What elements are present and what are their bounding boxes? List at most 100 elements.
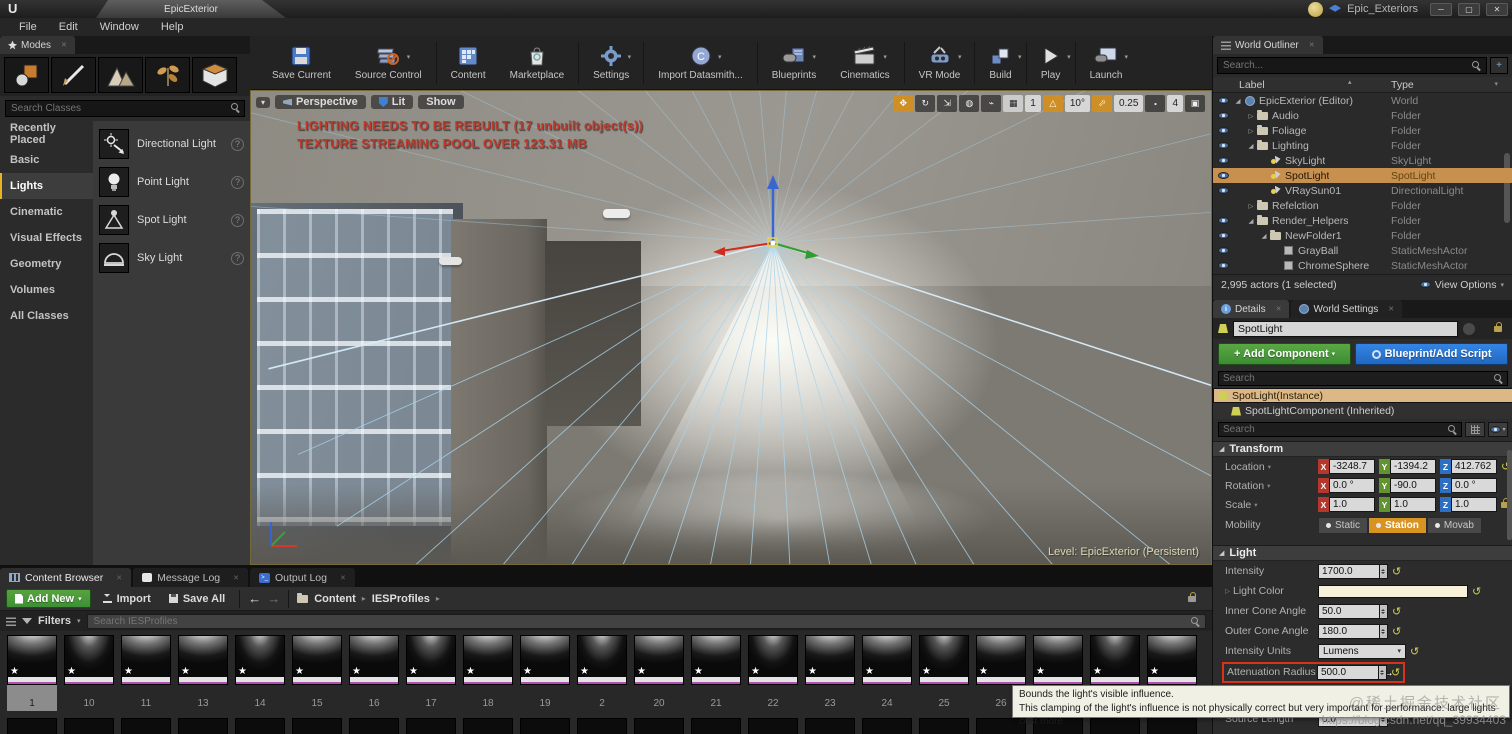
ies-asset[interactable]: ★ 23 <box>805 635 855 711</box>
ies-asset[interactable]: ★ 20 <box>634 635 684 711</box>
ies-asset-partial[interactable] <box>520 718 570 734</box>
category-geometry[interactable]: Geometry <box>0 251 93 277</box>
viewport-3d[interactable]: ▾ Perspective Lit Show ✥ ↻ ⇲ ◍ ⌁ ▦ 1 △ 1… <box>250 90 1212 565</box>
intensity-units-select[interactable]: Lumens ▾ <box>1318 643 1406 659</box>
outliner-row-vraysun01[interactable]: VRaySun01 DirectionalLight <box>1213 183 1512 198</box>
property-matrix-button[interactable] <box>1465 422 1485 437</box>
angle-snap-button[interactable]: △ <box>1042 95 1063 112</box>
perspective-button[interactable]: Perspective <box>275 95 366 109</box>
outliner-row-foliage[interactable]: ▷ Foliage Folder <box>1213 123 1512 138</box>
outliner-row-chromesphere[interactable]: ChromeSphere StaticMeshActor <box>1213 258 1512 273</box>
ies-thumbnail-image[interactable]: ★ <box>406 635 456 685</box>
translate-tool-button[interactable]: ✥ <box>893 95 914 112</box>
ies-asset[interactable]: ★ 16 <box>349 635 399 711</box>
rotation-x-field[interactable]: 0.0 ° <box>1329 478 1375 493</box>
outliner-row-audio[interactable]: ▷ Audio Folder <box>1213 108 1512 123</box>
ies-asset-partial[interactable] <box>919 718 969 734</box>
ies-thumbnail-image[interactable]: ★ <box>577 635 627 685</box>
ies-thumbnail-image[interactable]: ★ <box>292 635 342 685</box>
ies-asset-partial[interactable] <box>292 718 342 734</box>
ies-thumbnail-image[interactable]: ★ <box>805 635 855 685</box>
ies-asset-partial[interactable] <box>349 718 399 734</box>
ies-asset-partial[interactable] <box>748 718 798 734</box>
maximize-viewport-button[interactable]: ▣ <box>1185 95 1205 112</box>
toolbar-source-control[interactable]: ▾ Source Control <box>343 42 434 83</box>
chevron-down-icon[interactable]: ▾ <box>407 53 411 61</box>
placeable-point-light[interactable]: Point Light? <box>93 163 250 201</box>
close-icon[interactable]: ✕ <box>233 574 239 582</box>
menu-edit[interactable]: Edit <box>48 21 89 33</box>
ies-asset[interactable]: ★ 14 <box>235 635 285 711</box>
ies-asset[interactable]: ★ 22 <box>748 635 798 711</box>
category-visual-effects[interactable]: Visual Effects <box>0 225 93 251</box>
category-recently-placed[interactable]: Recently Placed <box>0 121 93 147</box>
close-button[interactable]: ✕ <box>1486 2 1508 16</box>
grid-snap-value[interactable]: 1 <box>1025 95 1041 112</box>
tab-message-log[interactable]: Message Log ✕ <box>133 568 248 587</box>
ies-thumbnail-image[interactable]: ★ <box>520 635 570 685</box>
ies-asset-partial[interactable] <box>235 718 285 734</box>
attenuation-radius-field[interactable]: 500.0 ↔ <box>1317 664 1394 680</box>
section-transform[interactable]: ◢ Transform <box>1213 441 1512 457</box>
visibility-toggle[interactable] <box>1213 112 1233 119</box>
spinner-icon[interactable] <box>1380 603 1388 619</box>
grid-snap-button[interactable]: ▦ <box>1003 95 1024 112</box>
ies-thumbnail-image[interactable]: ★ <box>178 635 228 685</box>
tab-details[interactable]: i Details ✕ <box>1213 300 1290 318</box>
outer-cone-field[interactable]: 180.0 <box>1318 623 1380 639</box>
add-component-button[interactable]: + Add Component ▾ <box>1218 343 1352 365</box>
mobility-movable-button[interactable]: Movab <box>1426 516 1482 534</box>
chevron-down-icon[interactable]: ▾ <box>883 53 887 61</box>
ies-thumbnail-image[interactable]: ★ <box>121 635 171 685</box>
toolbar-settings[interactable]: ▾ Settings <box>581 42 641 83</box>
ies-asset[interactable]: ★ 2 <box>577 635 627 711</box>
chevron-down-icon[interactable]: ▾ <box>1067 53 1071 61</box>
account-avatar[interactable] <box>1308 1 1324 17</box>
scale-y-field[interactable]: 1.0 <box>1390 497 1436 512</box>
surface-snap-button[interactable]: ⌁ <box>981 95 1002 112</box>
expand-open-icon[interactable]: ◢ <box>1259 232 1269 240</box>
chevron-down-icon[interactable]: ▾ <box>958 53 962 61</box>
menu-help[interactable]: Help <box>150 21 195 33</box>
help-icon[interactable]: ? <box>231 137 244 151</box>
ies-asset-partial[interactable] <box>577 718 627 734</box>
restore-button[interactable]: ▢ <box>1458 2 1480 16</box>
ies-asset[interactable]: ★ 1 <box>7 635 57 711</box>
close-icon[interactable]: ✕ <box>340 574 346 582</box>
add-new-button[interactable]: Add New ▾ <box>6 589 91 608</box>
ies-asset-partial[interactable] <box>862 718 912 734</box>
blueprint-add-script-button[interactable]: Blueprint/Add Script <box>1355 343 1508 365</box>
inner-cone-field[interactable]: 50.0 <box>1318 603 1380 619</box>
section-light[interactable]: ◢ Light <box>1213 545 1512 561</box>
ies-asset[interactable]: ★ 19 <box>520 635 570 711</box>
spinner-icon[interactable] <box>1379 664 1387 680</box>
level-document-tab[interactable]: EpicExterior <box>96 0 286 18</box>
camera-speed-value[interactable]: 4 <box>1167 95 1183 112</box>
toolbar-import-datasmith[interactable]: C ▾ Import Datasmith... <box>646 42 754 83</box>
expand-closed-icon[interactable]: ▷ <box>1246 127 1256 135</box>
scale-x-field[interactable]: 1.0 <box>1329 497 1375 512</box>
ies-asset-partial[interactable] <box>805 718 855 734</box>
ies-thumbnail-image[interactable]: ★ <box>235 635 285 685</box>
tab-output-log[interactable]: >_ Output Log ✕ <box>250 568 355 587</box>
sources-panel-icon[interactable] <box>6 616 16 626</box>
help-icon[interactable]: ? <box>231 213 244 227</box>
ies-thumbnail-image[interactable]: ★ <box>976 635 1026 685</box>
revert-icon[interactable]: ↺ <box>1392 605 1401 618</box>
close-icon[interactable]: ✕ <box>1309 41 1315 49</box>
outliner-row-render-helpers[interactable]: ◢ Render_Helpers Folder <box>1213 213 1512 228</box>
ies-asset-partial[interactable] <box>406 718 456 734</box>
scale-snap-button[interactable]: ⬀ <box>1091 95 1112 112</box>
toolbar-build[interactable]: ▾ Build <box>977 42 1023 83</box>
mobility-static-button[interactable]: Static <box>1318 516 1369 534</box>
chevron-down-icon[interactable]: ▾ <box>1018 53 1022 61</box>
toolbar-play[interactable]: ▾ Play <box>1029 42 1073 83</box>
ies-asset[interactable]: ★ 10 <box>64 635 114 711</box>
show-flags-button[interactable]: Show <box>418 95 464 109</box>
component-row-inherited[interactable]: SpotLightComponent (Inherited) <box>1213 403 1512 419</box>
back-button[interactable]: ← <box>248 591 261 606</box>
outliner-row-lighting[interactable]: ◢ Lighting Folder <box>1213 138 1512 153</box>
revert-icon[interactable]: ↺ <box>1410 645 1419 658</box>
toolbar-blueprints[interactable]: ▾ Blueprints <box>760 42 828 83</box>
close-icon[interactable]: ✕ <box>116 574 122 582</box>
